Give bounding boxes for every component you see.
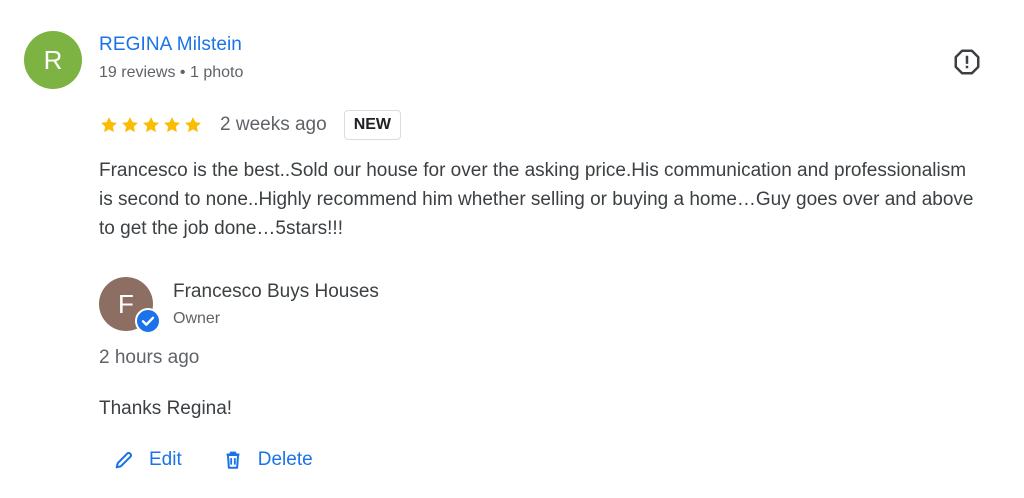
star-icon	[143, 117, 159, 133]
reviewer-avatar[interactable]: R	[24, 31, 82, 89]
trash-icon	[226, 451, 240, 469]
delete-label: Delete	[257, 449, 313, 470]
star-icon	[101, 117, 117, 133]
owner-name: Francesco Buys Houses	[173, 281, 379, 302]
reviewer-name-link[interactable]: REGINA Milstein	[99, 34, 242, 56]
rating-row: 2 weeks ago NEW	[99, 108, 402, 142]
new-badge: NEW	[343, 110, 402, 140]
reviewer-meta: 19 reviews • 1 photo	[99, 64, 244, 81]
verified-icon	[135, 308, 161, 334]
star-icon	[185, 117, 201, 133]
star-rating	[99, 115, 203, 135]
review-card: R REGINA Milstein 19 reviews • 1 photo 2…	[0, 0, 1024, 498]
review-text: Francesco is the best..Sold our house fo…	[99, 160, 974, 239]
review-time: 2 weeks ago	[220, 114, 327, 135]
reply-actions: Edit Delete	[113, 449, 313, 471]
reply-text: Thanks Regina!	[99, 398, 233, 419]
star-icon	[122, 117, 138, 133]
report-icon	[954, 49, 980, 75]
owner-role: Owner	[173, 310, 221, 327]
edit-button[interactable]: Edit	[113, 449, 182, 471]
reply-time: 2 hours ago	[99, 347, 200, 368]
pencil-icon	[115, 451, 133, 469]
report-button[interactable]	[950, 45, 984, 79]
edit-label: Edit	[149, 449, 182, 470]
delete-button[interactable]: Delete	[222, 449, 313, 471]
star-icon	[164, 117, 180, 133]
